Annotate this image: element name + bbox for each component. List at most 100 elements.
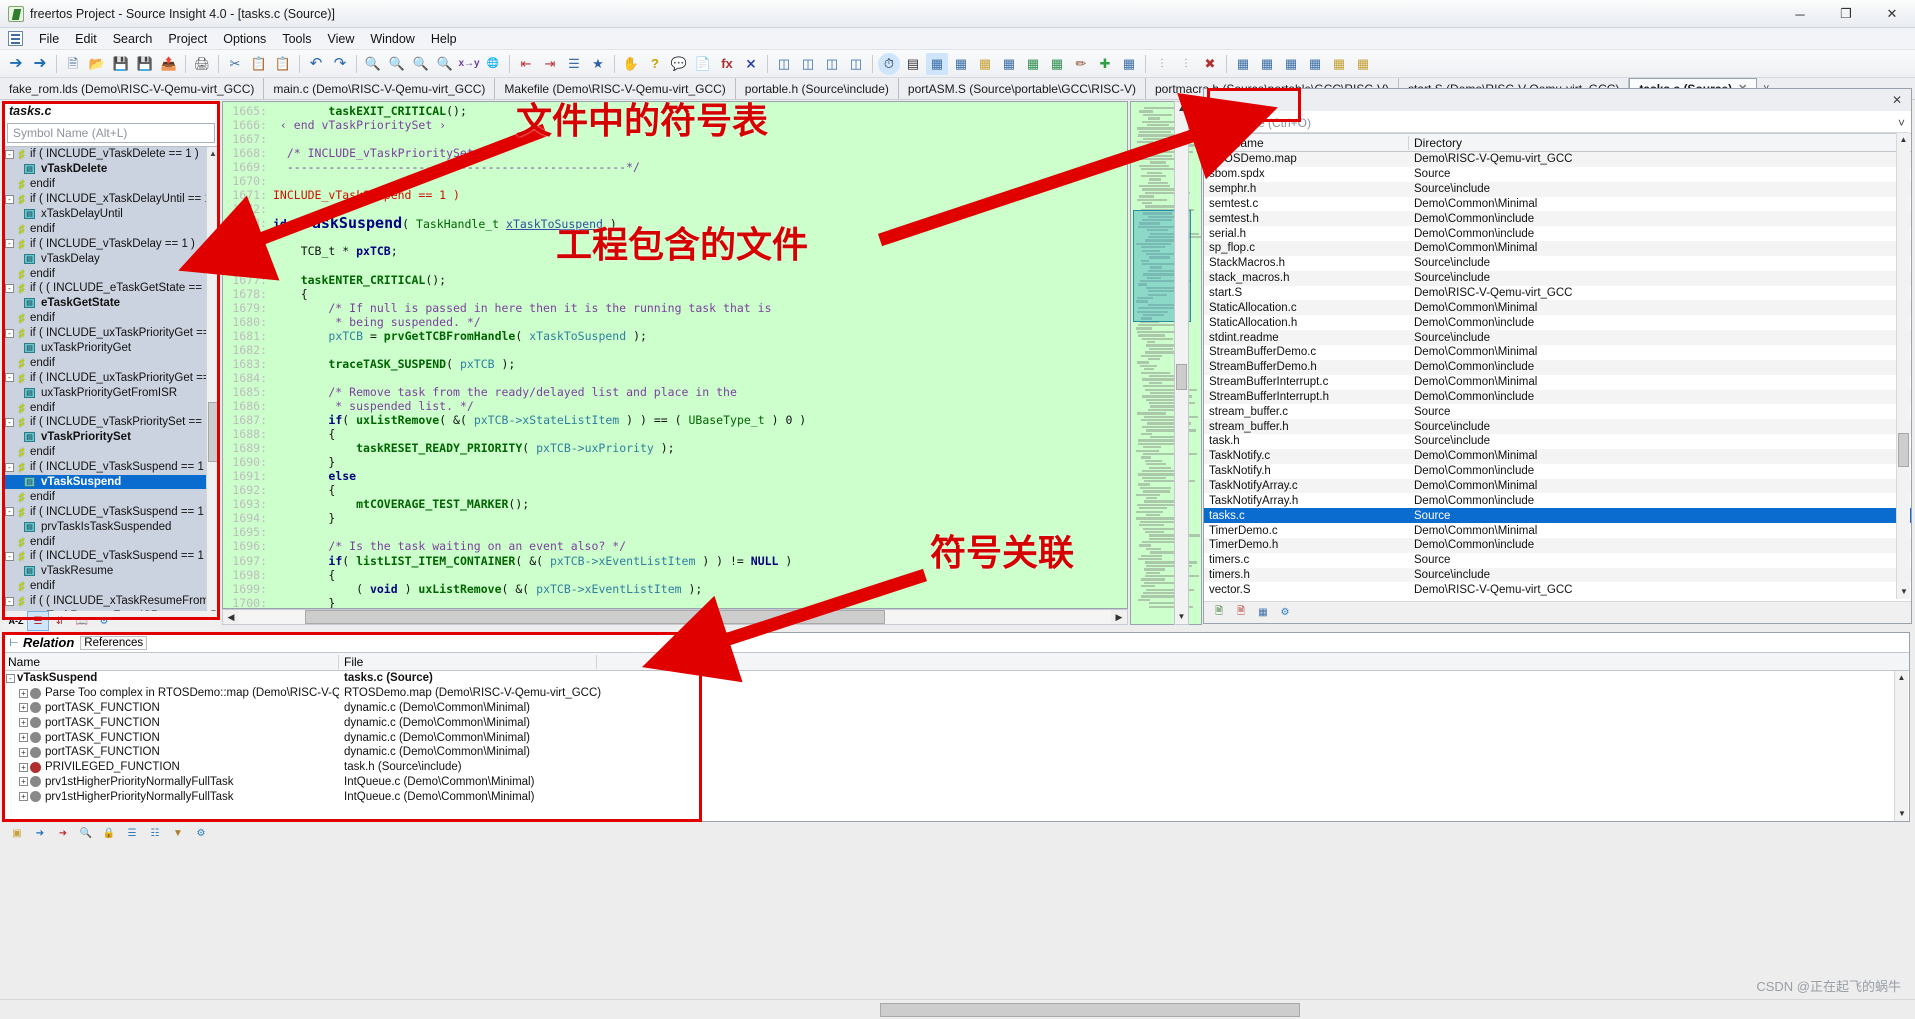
scroll-down-icon[interactable]: ▼ [1897, 585, 1911, 599]
code-line[interactable]: 1687: if( uxListRemove( &( pxTCB->xState… [223, 413, 1127, 427]
symbol-tree-group[interactable]: ♯ endif [3, 400, 219, 415]
expander-collapse-icon[interactable]: - [5, 194, 14, 204]
expander-expand-icon[interactable]: + [19, 733, 28, 743]
code-line[interactable]: 1681: pxTCB = prvGetTCBFromHandle( xTask… [223, 329, 1127, 343]
scroll-track[interactable] [239, 610, 1111, 624]
project-file-row[interactable]: stdint.readme Source\include [1204, 330, 1911, 345]
project-file-list-scrollbar[interactable]: ▲ ▼ [1896, 133, 1910, 599]
relation-row[interactable]: + portTASK_FUNCTION dynamic.c (Demo\Common… [3, 701, 1909, 716]
properties-icon[interactable]: ▦ [1254, 605, 1272, 621]
scroll-right-icon[interactable]: ▶ [1111, 612, 1127, 623]
new-file-icon[interactable]: 🗎 [62, 53, 84, 75]
misc2-icon[interactable]: ⋮ [1175, 53, 1197, 75]
expander-collapse-icon[interactable]: - [5, 239, 14, 249]
comment-icon[interactable]: 💬 [668, 53, 690, 75]
minimap-scrollbar[interactable]: ▲ ▼ [1174, 101, 1189, 625]
project-file-row[interactable]: TaskNotifyArray.c Demo\Common\Minimal [1204, 478, 1911, 494]
project-file-row[interactable]: TaskNotifyArray.h Demo\Common\include [1204, 493, 1911, 508]
project-file-row[interactable]: stream_buffer.c Source [1204, 404, 1911, 419]
maximize-button[interactable]: ❐ [1823, 0, 1869, 28]
project-file-row[interactable]: StackMacros.h Source\include [1204, 256, 1911, 271]
symbol-tree-symbol[interactable]: ▤ uxTaskPriorityGet [3, 341, 219, 356]
back-arrow-icon[interactable]: ➔ [5, 53, 27, 75]
symbol-search-input[interactable]: Symbol Name (Alt+L) [7, 123, 215, 143]
scroll-thumb[interactable] [305, 610, 885, 624]
symbol-tree-group[interactable]: - ♯ if ( INCLUDE_vTaskSuspend == 1 ) [3, 504, 219, 519]
symbol-tree-group[interactable]: - ♯ if ( INCLUDE_uxTaskPriorityGet == [3, 370, 219, 385]
code-line[interactable]: 1699: ( void ) uxListRemove( &( pxTCB->x… [223, 582, 1127, 596]
symbol-tree-symbol[interactable]: ▤ eTaskGetState [3, 296, 219, 311]
code-line[interactable]: 1691: else [223, 469, 1127, 483]
relation-row[interactable]: + PRIVILEGED_FUNCTION task.h (Source\inclu… [3, 760, 1909, 775]
project-file-row[interactable]: StreamBufferInterrupt.c Demo\Common\Minim… [1204, 375, 1911, 390]
project-file-row[interactable]: StreamBufferInterrupt.h Demo\Common\inclu… [1204, 389, 1911, 405]
grid3-icon[interactable]: ▦ [1280, 53, 1302, 75]
column-header-file[interactable]: File [339, 654, 597, 669]
expander-collapse-icon[interactable]: - [5, 373, 14, 383]
menu-item-help[interactable]: Help [423, 30, 465, 48]
cut-icon[interactable]: ✂ [224, 53, 246, 75]
symbol-tree-group[interactable]: - ♯ if ( INCLUDE_vTaskPrioritySet == 1 [3, 415, 219, 430]
expander-expand-icon[interactable]: + [19, 688, 28, 698]
symbol-tree-group[interactable]: - ♯ if ( INCLUDE_uxTaskPriorityGet == [3, 326, 219, 341]
menu-item-tools[interactable]: Tools [274, 30, 319, 48]
project-file-row[interactable]: semphr.h Source\include [1204, 181, 1911, 197]
scroll-left-icon[interactable]: ◀ [223, 612, 239, 623]
project-file-row[interactable]: start.S Demo\RISC-V-Qemu-virt_GCC [1204, 286, 1911, 301]
project-file-row[interactable]: serial.h Demo\Common\include [1204, 226, 1911, 241]
misc1-icon[interactable]: ⋮ [1151, 53, 1173, 75]
relation-row[interactable]: + portTASK_FUNCTION dynamic.c (Demo\Common… [3, 730, 1909, 745]
scroll-up-icon[interactable]: ▲ [1897, 133, 1910, 147]
symbol-tree-group[interactable]: ♯ endif [3, 221, 219, 236]
code-line[interactable]: 1684: [223, 371, 1127, 385]
expander-collapse-icon[interactable]: - [5, 507, 14, 517]
code-line[interactable]: 1685: /* Remove task from the ready/dela… [223, 385, 1127, 399]
symbol-tree-group[interactable]: - ♯ if ( INCLUDE_xTaskDelayUntil == 1 [3, 192, 219, 207]
panel-left-icon[interactable]: ▦ [926, 52, 948, 75]
symbol-tree-symbol[interactable]: ▤ vTaskDelay [3, 251, 219, 266]
document-menu-icon[interactable] [8, 31, 23, 46]
symbol-tree-group[interactable]: - ♯ if ( INCLUDE_vTaskSuspend == 1 ) [3, 460, 219, 475]
project-filter-chevron-down-icon[interactable]: ˅ [1898, 116, 1905, 130]
refresh-icon[interactable]: ▣ [7, 825, 27, 842]
minimize-button[interactable]: ─ [1777, 0, 1823, 28]
relation-scrollbar[interactable]: ▲ ▼ [1894, 671, 1908, 821]
expander-collapse-icon[interactable]: - [5, 417, 14, 427]
panel-list-icon[interactable]: ▦ [950, 53, 972, 75]
project-panel-close-button[interactable]: ✕ [1883, 89, 1911, 111]
grid6-icon[interactable]: ▦ [1352, 53, 1374, 75]
project-file-row[interactable]: TimerDemo.c Demo\Common\Minimal [1204, 523, 1911, 538]
gear-icon[interactable]: ⚙ [94, 612, 114, 630]
relation-row[interactable]: + portTASK_FUNCTION dynamic.c (Demo\Common… [3, 745, 1909, 760]
replace-icon[interactable]: x→y [458, 53, 480, 75]
gear-icon[interactable]: ⚙ [191, 825, 211, 842]
table-icon[interactable]: ▦ [1118, 53, 1140, 75]
list-view-icon[interactable]: ☰ [27, 611, 49, 631]
symbol-tree[interactable]: - ♯ if ( INCLUDE_vTaskDelete == 1 ) ▤ vTaskD… [3, 146, 219, 619]
relation-row[interactable]: + Parse Too complex in RTOSDemo::map (Dem… [3, 686, 1909, 701]
undo-icon[interactable]: ↶ [305, 53, 327, 75]
project-file-row[interactable]: semtest.h Demo\Common\include [1204, 211, 1911, 227]
bookmark-icon[interactable]: ★ [587, 53, 609, 75]
project-file-row[interactable]: sbom.spdx Source [1204, 167, 1911, 182]
code-line[interactable]: 1688: { [223, 427, 1127, 441]
window-pane-icon[interactable]: ◫ [821, 53, 843, 75]
project-file-row[interactable]: semtest.c Demo\Common\Minimal [1204, 197, 1911, 212]
remove-file-icon[interactable]: 🗎 [1232, 605, 1250, 621]
code-line[interactable]: 1690: } [223, 455, 1127, 469]
symbol-tree-group[interactable]: ♯ endif [3, 579, 219, 594]
project-filter-row[interactable]: File Name (Ctrl+O) ˅ [1206, 113, 1909, 133]
symbol-tree-group[interactable]: - ♯ if ( ( INCLUDE_eTaskGetState == [3, 281, 219, 296]
relation-row[interactable]: + prv1stHigherPriorityNormallyFullTask Int… [3, 775, 1909, 790]
filter-icon[interactable]: ▼ [168, 825, 188, 842]
project-file-row[interactable]: timers.h Source\include [1204, 567, 1911, 583]
highlight-icon[interactable]: ✋ [620, 53, 642, 75]
code-minimap[interactable] [1130, 101, 1202, 625]
project-filter-input[interactable]: File Name (Ctrl+O) [1210, 116, 1311, 130]
code-line[interactable]: 1679: /* If null is passed in here then … [223, 301, 1127, 315]
copy-icon[interactable]: 📋 [248, 53, 270, 75]
grid4-icon[interactable]: ▦ [1304, 53, 1326, 75]
project-file-row[interactable]: stack_macros.h Source\include [1204, 270, 1911, 286]
relation-subtitle[interactable]: References [80, 635, 148, 650]
project-file-row[interactable]: sp_flop.c Demo\Common\Minimal [1204, 241, 1911, 256]
